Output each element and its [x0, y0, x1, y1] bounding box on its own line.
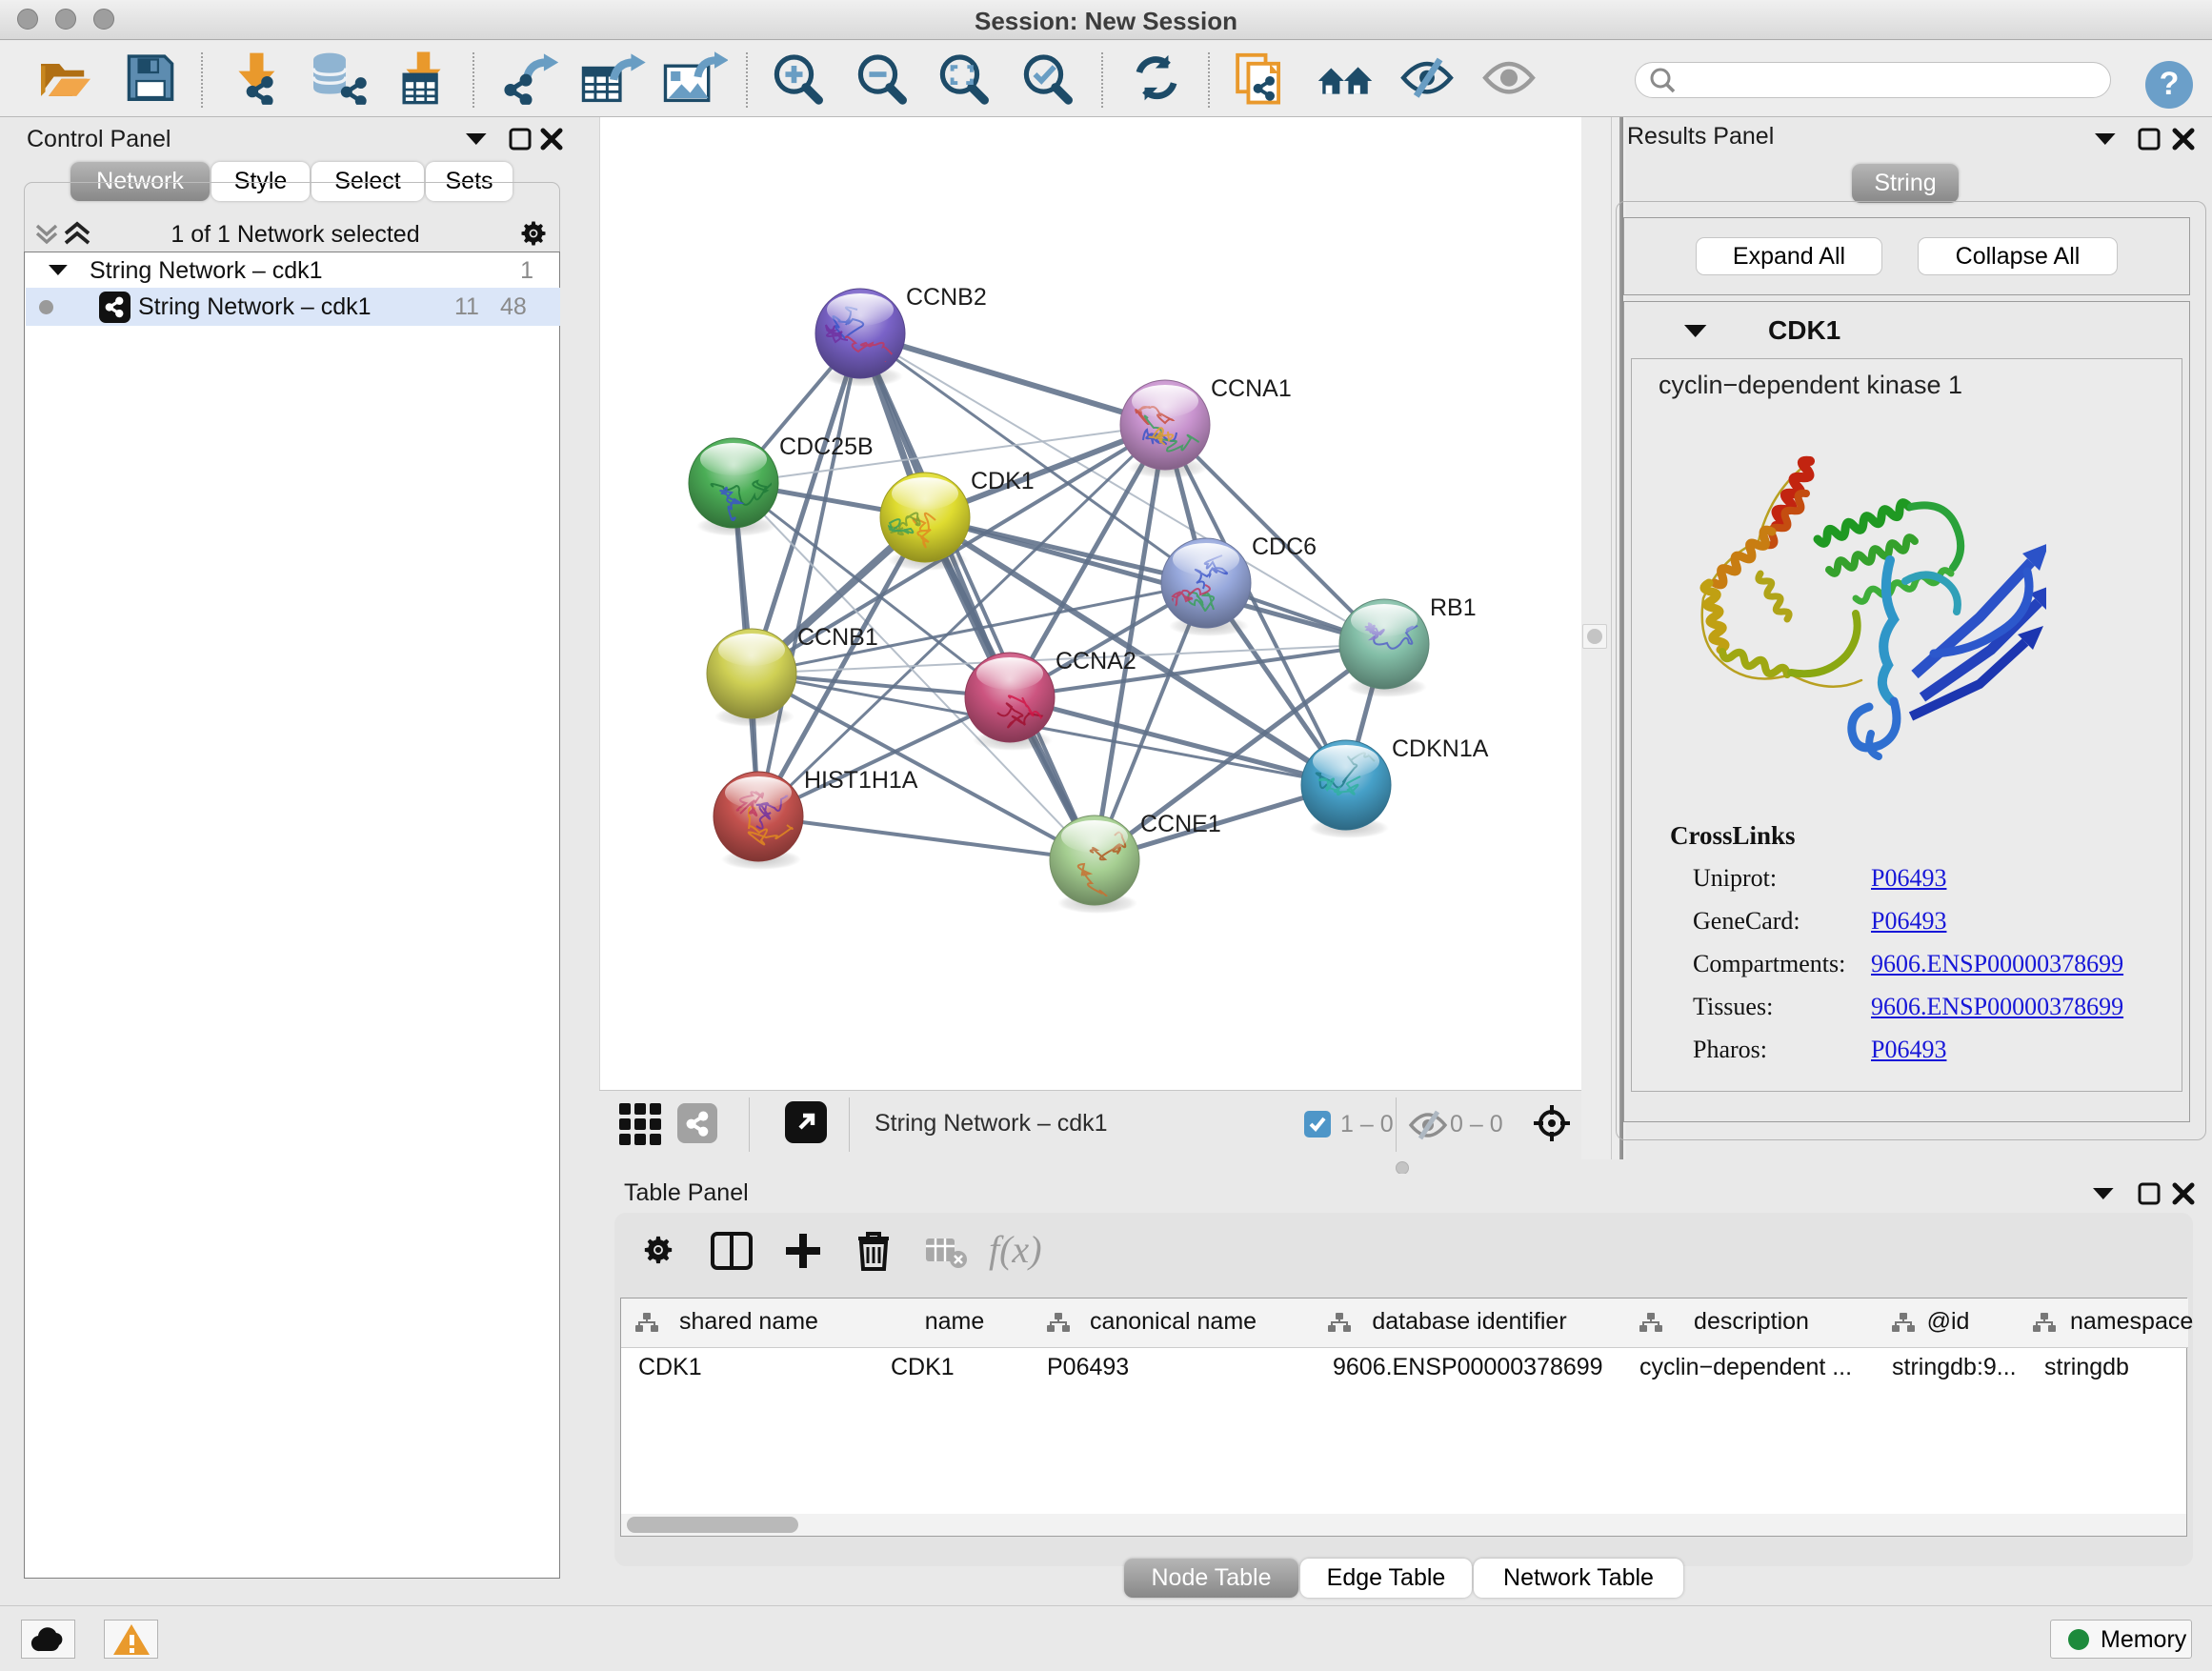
svg-text:CDK1: CDK1 [971, 468, 1035, 494]
svg-text:CCNB1: CCNB1 [797, 624, 878, 651]
svg-text:CCNA1: CCNA1 [1211, 375, 1292, 402]
svg-text:CDC6: CDC6 [1252, 534, 1317, 560]
svg-text:CCNE1: CCNE1 [1140, 811, 1221, 837]
svg-text:RB1: RB1 [1430, 594, 1477, 621]
svg-text:CCNB2: CCNB2 [906, 284, 987, 311]
svg-text:HIST1H1A: HIST1H1A [804, 767, 918, 794]
svg-text:CDC25B: CDC25B [779, 433, 874, 460]
svg-text:CCNA2: CCNA2 [1056, 648, 1136, 674]
svg-text:CDKN1A: CDKN1A [1392, 735, 1489, 762]
